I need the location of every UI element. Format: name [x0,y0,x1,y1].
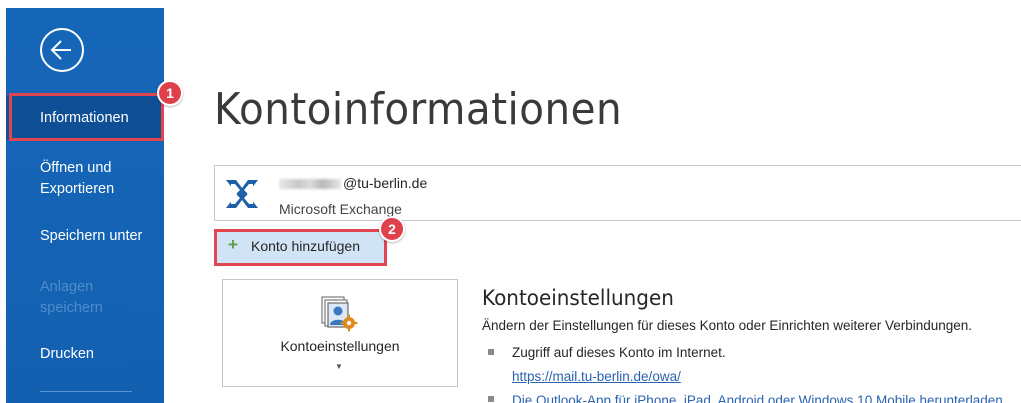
outlook-app-link[interactable]: Die Outlook-App für iPhone, iPad, Androi… [512,393,1007,403]
account-settings-icon [321,296,358,332]
outlook-backstage-window: Informationen Öffnen und Exportieren Spe… [0,0,1021,403]
page-title: Kontoinformationen [214,84,623,135]
account-email: @tu-berlin.de [279,175,427,191]
account-selector[interactable]: @tu-berlin.de Microsoft Exchange [214,165,1021,221]
account-type: Microsoft Exchange [279,201,402,217]
sidebar-item-oeffnen-exportieren[interactable]: Öffnen und Exportieren [6,158,126,200]
sidebar-item-speichern-unter[interactable]: Speichern unter [6,226,164,247]
step-badge-1: 1 [157,80,183,106]
account-email-domain: @tu-berlin.de [343,175,428,191]
backstage-sidebar: Informationen Öffnen und Exportieren Spe… [6,8,164,403]
section-description: Ändern der Einstellungen für dieses Kont… [482,318,973,333]
sidebar-item-label: Öffnen und Exportieren [40,160,115,197]
highlight-add-account [214,229,387,266]
sidebar-item-drucken[interactable]: Drucken [6,344,164,365]
highlight-informationen [9,93,164,141]
account-settings-tile[interactable]: Kontoeinstellungen ▼ [222,279,458,387]
sidebar-item-anlagen-speichern: Anlagen speichern [6,277,116,319]
account-settings-tile-label: Kontoeinstellungen [280,338,400,354]
sidebar-item-label: Anlagen speichern [40,279,103,316]
chevron-down-icon: ▼ [335,362,343,371]
sidebar-item-label: Drucken [40,346,94,362]
back-arrow-icon [50,40,71,60]
exchange-icon [226,180,258,208]
owa-link[interactable]: https://mail.tu-berlin.de/owa/ [512,369,681,384]
back-button[interactable] [40,28,84,72]
redacted-username [279,179,341,190]
bullet-icon [488,396,494,402]
step-badge-2: 2 [379,216,405,242]
sidebar-item-label: Speichern unter [40,228,143,244]
sidebar-divider [40,391,132,392]
bullet-text: Zugriff auf dieses Konto im Internet. [512,345,726,360]
section-title: Kontoeinstellungen [482,286,674,310]
bullet-icon [488,349,494,355]
